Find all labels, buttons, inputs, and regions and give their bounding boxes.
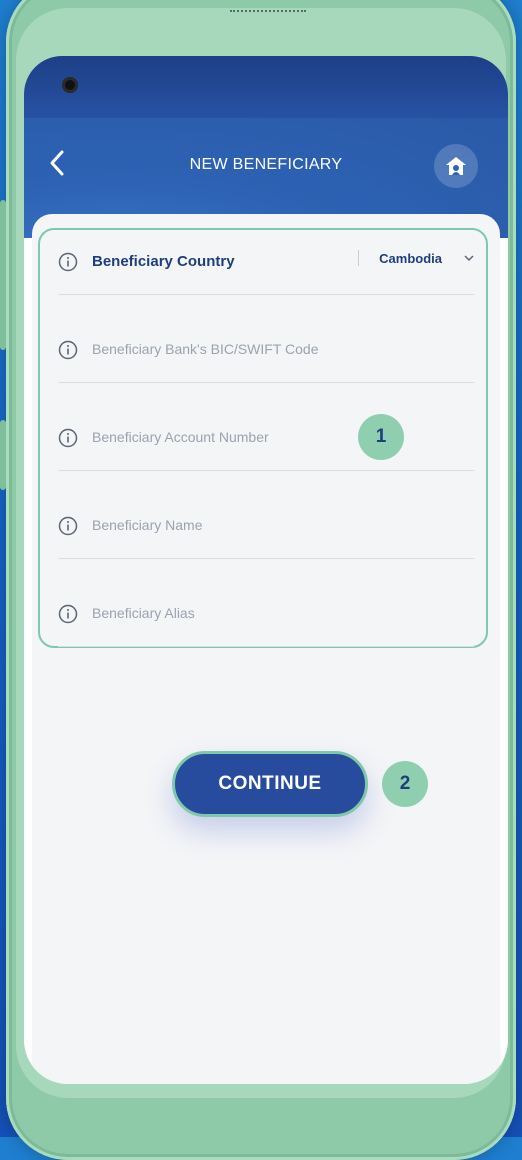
divider [358, 250, 360, 266]
field-label: Beneficiary Country [92, 253, 235, 270]
field-divider [58, 382, 474, 383]
info-icon[interactable] [58, 340, 78, 360]
speaker-grille [230, 10, 306, 16]
annotation-badge-1: 1 [358, 414, 404, 460]
country-value: Cambodia [379, 250, 442, 266]
front-camera [62, 77, 78, 93]
side-button [0, 200, 6, 350]
field-divider [58, 470, 474, 471]
phone-screen: NEW BENEFICIARY Beneficiary Country Camb… [24, 56, 508, 1084]
field-divider [58, 294, 474, 295]
continue-button[interactable]: CONTINUE [172, 751, 368, 817]
account-number-field[interactable]: Beneficiary Account Number [58, 428, 474, 516]
beneficiary-country-field[interactable]: Beneficiary Country Cambodia [58, 250, 474, 340]
beneficiary-name-field[interactable]: Beneficiary Name [58, 516, 474, 604]
info-icon[interactable] [58, 604, 78, 624]
bic-swift-field[interactable]: Beneficiary Bank's BIC/SWIFT Code [58, 340, 474, 428]
home-button[interactable] [434, 144, 478, 188]
country-dropdown[interactable]: Cambodia [358, 250, 474, 266]
field-placeholder: Beneficiary Name [92, 517, 203, 533]
home-icon [446, 157, 466, 175]
beneficiary-alias-field[interactable]: Beneficiary Alias [58, 604, 474, 692]
status-bar [24, 56, 508, 118]
field-placeholder: Beneficiary Account Number [92, 429, 269, 445]
field-divider [58, 558, 474, 559]
field-placeholder: Beneficiary Alias [92, 605, 195, 621]
field-placeholder: Beneficiary Bank's BIC/SWIFT Code [92, 341, 319, 357]
info-icon[interactable] [58, 252, 78, 272]
side-button [0, 420, 6, 490]
info-icon[interactable] [58, 516, 78, 536]
chevron-down-icon [464, 255, 474, 262]
annotation-badge-2: 2 [382, 761, 428, 807]
info-icon[interactable] [58, 428, 78, 448]
field-divider [58, 646, 474, 647]
